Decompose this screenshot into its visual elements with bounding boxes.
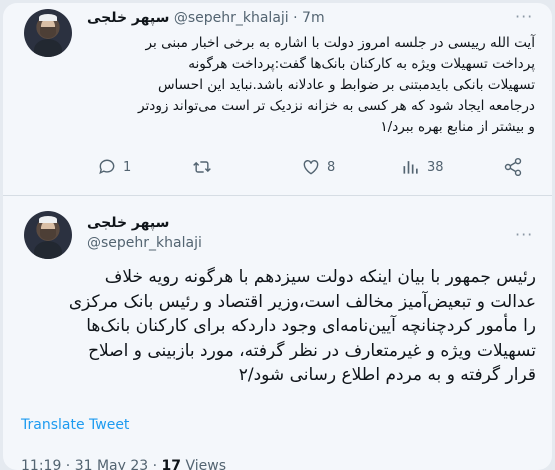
tweet-text-line: آیت الله رییسی در جلسه امروز دولت با اشا… bbox=[145, 35, 535, 51]
tweet-text-line: تسهیلات ویژه و غیرمتعارف در نظر گرفته، م… bbox=[88, 340, 536, 361]
author-name[interactable]: سپهر خلجی bbox=[87, 10, 169, 26]
tweet-text-line: پرداخت تسهیلات ویژه به کارکنان بانک‌ها گ… bbox=[188, 56, 535, 72]
more-icon[interactable]: ··· bbox=[515, 7, 533, 26]
like-button[interactable]: 8 bbox=[301, 157, 335, 177]
like-icon bbox=[303, 160, 319, 175]
avatar[interactable] bbox=[24, 9, 72, 57]
tweet-text-line: را مأمور کردچنانچه آیین‌نامه‌ای وجود دار… bbox=[86, 316, 536, 336]
tweet-text-line: عدالت و تبعیض‌آمیز مخالف است،وزیر اقتصاد… bbox=[68, 291, 536, 312]
tweet-text-line: قرار گرفته و به مردم اطلاع رسانی شود/۲ bbox=[238, 365, 536, 385]
share-icon bbox=[504, 157, 522, 177]
tweet-text-line: رئیس جمهور با بیان اینکه دولت سیزدهم با … bbox=[104, 267, 536, 287]
author-handle[interactable]: @sepehr_khalaji bbox=[174, 10, 289, 26]
author-handle[interactable]: @sepehr_khalaji bbox=[87, 235, 202, 251]
share-button[interactable] bbox=[503, 157, 523, 177]
tweet-text: رئیس جمهور با بیان اینکه دولت سیزدهم با … bbox=[21, 265, 536, 388]
tweet-actions: 1 8 38 bbox=[85, 157, 545, 179]
tweet-time[interactable]: 7m bbox=[302, 10, 325, 26]
views-icon bbox=[403, 161, 418, 174]
views-count: 17 bbox=[161, 458, 182, 470]
author-name[interactable]: سپهر خلجی bbox=[87, 215, 169, 231]
divider bbox=[3, 195, 552, 196]
tweet-metadata: 11:19 · 31 May 23 · 17 Views bbox=[21, 458, 226, 470]
tweet-text-line: درجامعه ایجاد شود که هر کسی به خزانه نزد… bbox=[138, 98, 535, 114]
translate-tweet-link[interactable]: Translate Tweet bbox=[21, 417, 129, 433]
tweet-thread-card: سپهر خلجی @sepehr_khalaji · 7m ··· آیت ا… bbox=[3, 3, 552, 470]
tweet-text: آیت الله رییسی در جلسه امروز دولت با اشا… bbox=[85, 33, 535, 138]
tweet-timestamp[interactable]: 11:19 · 31 May 23 · bbox=[21, 458, 162, 470]
avatar[interactable] bbox=[24, 211, 72, 259]
reply-icon bbox=[99, 159, 115, 175]
reply-count: 1 bbox=[123, 159, 132, 175]
tweet-text-line: و بیشتر از منابع بهره ببرد/۱ bbox=[380, 119, 535, 135]
retweet-icon bbox=[193, 161, 211, 173]
views-count: 38 bbox=[427, 159, 444, 175]
more-icon[interactable]: ··· bbox=[515, 225, 533, 244]
tweet-header: سپهر خلجی @sepehr_khalaji · 7m bbox=[87, 10, 325, 26]
views-button[interactable]: 38 bbox=[401, 157, 444, 177]
tweet-text-line: تسهیلات بانکی بایدمبتنی بر ضوابط و عادلا… bbox=[157, 77, 535, 93]
like-count: 8 bbox=[327, 159, 336, 175]
reply-button[interactable]: 1 bbox=[97, 157, 131, 177]
retweet-button[interactable] bbox=[191, 157, 219, 177]
views-label: Views bbox=[181, 458, 226, 470]
header-separator: · bbox=[293, 10, 298, 26]
